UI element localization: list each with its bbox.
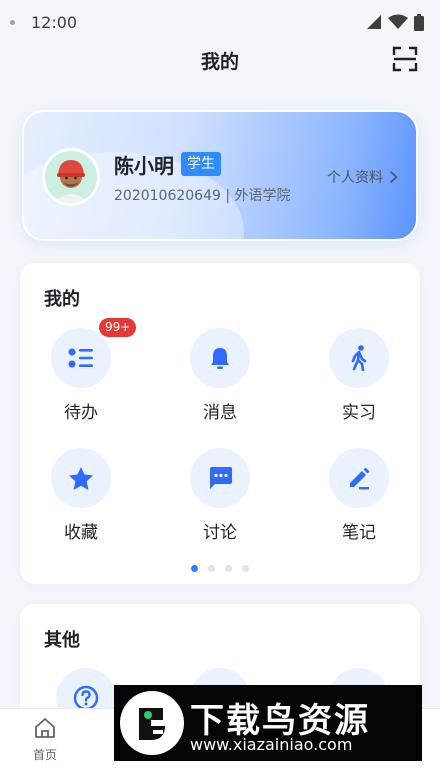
tab-home[interactable]: 首页 <box>20 717 70 767</box>
grid-icon-bg <box>190 328 250 388</box>
profile-link-label: 个人资料 <box>327 170 383 186</box>
nav-bar: 我的 <box>0 40 440 80</box>
grid-icon-bg <box>51 328 111 388</box>
grid-label-favorites: 收藏 <box>64 523 98 543</box>
bird-logo-icon <box>139 708 165 740</box>
other-section-title: 其他 <box>44 630 80 651</box>
profile-card[interactable]: 陈小明 学生 202010620649 | 外语学院 个人资料 <box>22 110 418 241</box>
grid-item-discussion[interactable]: 讨论 <box>170 448 270 548</box>
page-dot[interactable] <box>208 565 215 572</box>
page-indicator <box>20 565 420 572</box>
wifi-icon <box>388 14 408 29</box>
page-dot[interactable] <box>225 565 232 572</box>
bell-icon <box>211 348 229 369</box>
grid-item-favorites[interactable]: 收藏 <box>31 448 131 548</box>
walking-person-icon <box>351 345 367 371</box>
todo-list-icon <box>68 348 93 368</box>
status-icons <box>366 13 424 31</box>
todo-count-badge: 99+ <box>99 318 137 337</box>
grid-item-notes[interactable]: 笔记 <box>309 448 409 548</box>
pencil-icon <box>350 467 370 490</box>
tab-home-label: 首页 <box>32 748 57 762</box>
avatar[interactable] <box>42 148 100 206</box>
profile-details-link[interactable]: 个人资料 <box>327 167 398 187</box>
status-bar: 12:00 <box>0 0 440 44</box>
battery-icon <box>414 13 424 31</box>
watermark-bird-logo-icon <box>120 691 184 755</box>
page-dot[interactable] <box>242 565 249 572</box>
page-title: 我的 <box>200 50 239 73</box>
chevron-right-icon <box>389 170 398 184</box>
role-badge: 学生 <box>181 152 221 176</box>
scan-icon[interactable] <box>392 46 418 72</box>
user-name: 陈小明 <box>114 154 174 178</box>
grid-item-todo[interactable]: 99+ 待办 <box>31 318 137 428</box>
grid-label-discussion: 讨论 <box>203 523 237 543</box>
my-section-title: 我的 <box>44 289 80 310</box>
grid-label-todo: 待办 <box>64 403 98 423</box>
grid-item-messages[interactable]: 消息 <box>170 328 270 428</box>
star-icon <box>69 466 93 490</box>
page-dot[interactable] <box>191 565 198 572</box>
grid-label-notes: 笔记 <box>342 523 376 543</box>
my-section: 我的 99+ 待办 消息 实习 收藏 讨论 笔记 <box>20 263 420 584</box>
status-time: 12:00 <box>31 12 78 32</box>
grid-item-internship[interactable]: 实习 <box>309 328 409 428</box>
grid-icon-bg <box>329 448 389 508</box>
user-id-department: 202010620649 | 外语学院 <box>114 188 291 204</box>
watermark-url: www.xiazainiao.com <box>190 735 353 754</box>
chat-bubble-icon <box>210 467 232 489</box>
notification-dot <box>10 19 15 25</box>
grid-label-messages: 消息 <box>203 403 237 423</box>
home-icon <box>35 718 55 738</box>
grid-icon-bg <box>51 448 111 508</box>
watermark-banner: 下载鸟资源 www.xiazainiao.com <box>114 685 422 761</box>
cell-signal-icon <box>367 15 381 29</box>
grid-icon-bg <box>329 328 389 388</box>
grid-icon-bg <box>190 448 250 508</box>
avatar-illustration <box>45 151 97 203</box>
grid-label-internship: 实习 <box>342 403 376 423</box>
